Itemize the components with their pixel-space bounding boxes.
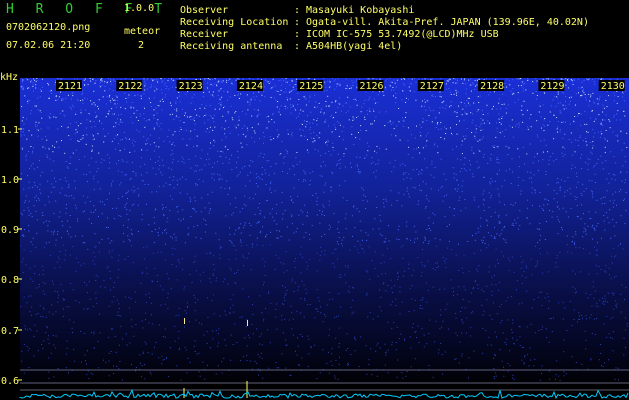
meteor-count: 2 — [138, 40, 145, 51]
antenna-label: Receiving antenna — [180, 41, 283, 52]
freq-tick-label: 1.0 — [1, 175, 19, 186]
spectrogram-background — [20, 78, 629, 388]
time-tick-label: 2127 — [420, 81, 444, 92]
antenna-value: A504HB(yagi 4el) — [306, 41, 403, 52]
time-tick-label: 2125 — [299, 81, 323, 92]
meteor-echo — [247, 320, 248, 326]
signal-level-trace — [19, 388, 629, 400]
location-label: Receiving Location — [180, 17, 289, 28]
receiver-label: Receiver — [180, 29, 229, 40]
meteor-label: meteor — [124, 26, 161, 37]
freq-tick-label: 1.1 — [1, 125, 19, 136]
file-datetime: 07.02.06 21:20 — [6, 40, 91, 51]
freq-tick-label: 0.7 — [1, 326, 19, 337]
time-tick-label: 2129 — [540, 81, 564, 92]
freq-tick-label: 0.9 — [1, 225, 19, 236]
receiver-sep: : — [294, 29, 301, 40]
time-tick-label: 2121 — [58, 81, 82, 92]
spectrogram-plot: 2121 2122 2123 2124 2125 2126 2127 2128 2129 2130… — [1, 78, 629, 400]
file-name: 0702062120.png — [6, 22, 91, 33]
observer-sep: : — [294, 5, 301, 16]
time-tick-label: 2128 — [480, 81, 504, 92]
freq-tick-label: 0.8 — [1, 275, 19, 286]
time-tick-label: 2123 — [179, 81, 203, 92]
app-version: 1.0.0 — [124, 3, 155, 14]
spectrogram[interactable]: 2121 2122 2123 2124 2125 2126 2127 2128 2129 2130… — [0, 78, 629, 400]
location-sep: : — [294, 17, 301, 28]
observer-value: Masayuki Kobayashi — [306, 5, 415, 16]
location-value: Ogata-vill. Akita-Pref. JAPAN (139.96E, … — [306, 17, 589, 28]
antenna-sep: : — [294, 41, 301, 52]
time-tick-label: 2124 — [239, 81, 263, 92]
time-tick-label: 2126 — [360, 81, 384, 92]
freq-tick-label: 0.6 — [1, 376, 19, 387]
meteor-echo — [184, 318, 185, 324]
header-panel: H R O F F T 1.0.0 0702062120.png 07.02.0… — [0, 0, 629, 78]
receiver-value: ICOM IC-575 53.7492(@LCD)MHz USB — [306, 29, 499, 40]
time-tick-label: 2122 — [118, 81, 142, 92]
time-tick-label: 2130 — [601, 81, 625, 92]
observer-label: Observer — [180, 5, 229, 16]
